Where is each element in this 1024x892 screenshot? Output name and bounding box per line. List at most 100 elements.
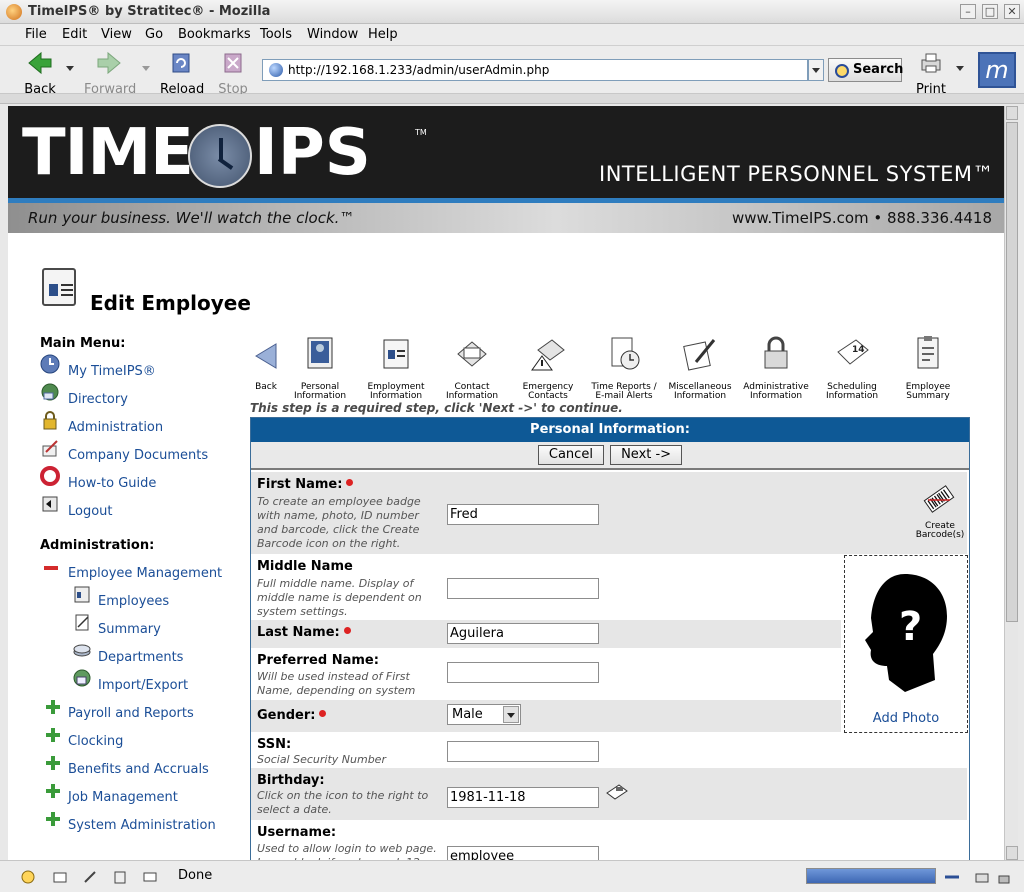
menu-administration[interactable]: Administration bbox=[68, 420, 163, 435]
url-text[interactable]: http://192.168.1.233/admin/userAdmin.php bbox=[288, 63, 549, 77]
reload-icon bbox=[172, 53, 190, 73]
menubar: File Edit View Go Bookmarks Tools Window… bbox=[0, 24, 1024, 46]
menu-system-administration[interactable]: System Administration bbox=[68, 818, 216, 833]
maximize-button[interactable]: □ bbox=[982, 4, 998, 19]
menu-logout[interactable]: Logout bbox=[68, 504, 113, 519]
irc-chat-icon[interactable] bbox=[142, 869, 158, 885]
menu-go[interactable]: Go bbox=[145, 27, 163, 42]
mail-icon[interactable] bbox=[52, 869, 68, 885]
username-row: Username: Used to allow login to web pag… bbox=[251, 820, 841, 860]
calendar-picker-icon[interactable] bbox=[605, 781, 629, 801]
close-button[interactable]: ✕ bbox=[1004, 4, 1020, 19]
minimize-button[interactable]: – bbox=[960, 4, 976, 19]
stop-button[interactable]: Stop bbox=[216, 50, 250, 97]
create-barcode-icon[interactable] bbox=[922, 484, 956, 514]
required-indicator-icon bbox=[319, 710, 327, 717]
last-name-input[interactable] bbox=[447, 623, 599, 644]
forward-history-dropdown[interactable] bbox=[142, 66, 150, 71]
back-button[interactable]: Back bbox=[22, 50, 58, 97]
step-miscellaneous-information[interactable]: Miscellaneous Information bbox=[658, 334, 742, 401]
step-scheduling-information[interactable]: 14 Scheduling Information bbox=[810, 334, 894, 401]
menu-company-documents[interactable]: Company Documents bbox=[68, 448, 208, 463]
mozilla-throbber-icon[interactable]: m bbox=[978, 52, 1016, 88]
step-personal-information[interactable]: Personal Information bbox=[278, 334, 362, 401]
add-photo-link[interactable]: Add Photo bbox=[845, 711, 967, 726]
middle-name-hint: Full middle name. Display of middle name… bbox=[257, 577, 422, 618]
reload-button[interactable]: Reload bbox=[160, 50, 204, 97]
print-button[interactable]: Print bbox=[914, 50, 948, 97]
forward-button[interactable]: Forward bbox=[84, 50, 136, 97]
address-book-icon[interactable] bbox=[112, 869, 128, 885]
first-name-label: First Name: bbox=[257, 477, 343, 492]
first-name-input[interactable] bbox=[447, 504, 599, 525]
required-indicator-icon bbox=[343, 627, 351, 634]
navigator-icon[interactable] bbox=[20, 869, 36, 885]
step-contact-information[interactable]: Contact Information bbox=[430, 334, 514, 401]
birthday-row: Birthday: Click on the icon to the right… bbox=[251, 768, 967, 820]
expand-plus-icon[interactable] bbox=[46, 784, 60, 798]
step-emergency-contacts[interactable]: Emergency Contacts bbox=[506, 334, 590, 401]
back-history-dropdown[interactable] bbox=[66, 66, 74, 71]
menu-directory[interactable]: Directory bbox=[68, 392, 128, 407]
middle-name-input[interactable] bbox=[447, 578, 599, 599]
menu-summary[interactable]: Summary bbox=[98, 622, 161, 637]
collapse-minus-icon[interactable] bbox=[44, 566, 58, 570]
gender-label: Gender: bbox=[257, 708, 316, 723]
gender-select[interactable]: Male bbox=[447, 704, 521, 725]
create-barcode-label[interactable]: Create Barcode(s) bbox=[910, 522, 970, 540]
menu-employee-management[interactable]: Employee Management bbox=[68, 566, 222, 581]
birthday-input[interactable] bbox=[447, 787, 599, 808]
menu-departments[interactable]: Departments bbox=[98, 650, 183, 665]
username-input[interactable] bbox=[447, 846, 599, 860]
ssn-input[interactable] bbox=[447, 741, 599, 762]
toolbar-grippy[interactable] bbox=[0, 94, 1024, 104]
scroll-down-arrow[interactable] bbox=[1006, 846, 1018, 860]
online-status-icon[interactable] bbox=[944, 869, 960, 885]
menu-tools[interactable]: Tools bbox=[260, 27, 292, 42]
security-lock-icon[interactable] bbox=[996, 869, 1012, 885]
import-export-icon bbox=[73, 669, 91, 687]
middle-name-label: Middle Name bbox=[257, 559, 353, 574]
page-vertical-scrollbar[interactable] bbox=[1004, 106, 1018, 860]
expand-plus-icon[interactable] bbox=[46, 728, 60, 742]
menu-clocking[interactable]: Clocking bbox=[68, 734, 123, 749]
privacy-icon[interactable] bbox=[974, 869, 990, 885]
menu-howto-guide[interactable]: How-to Guide bbox=[68, 476, 156, 491]
cancel-button[interactable]: Cancel bbox=[537, 445, 604, 465]
menu-bookmarks[interactable]: Bookmarks bbox=[178, 27, 251, 42]
scroll-thumb[interactable] bbox=[1006, 122, 1018, 622]
composer-icon[interactable] bbox=[82, 869, 98, 885]
expand-plus-icon[interactable] bbox=[46, 700, 60, 714]
menu-help[interactable]: Help bbox=[368, 27, 398, 42]
menu-benefits-accruals[interactable]: Benefits and Accruals bbox=[68, 762, 209, 777]
username-hint: Used to allow login to web page. Leave b… bbox=[257, 842, 437, 860]
employee-photo-box[interactable]: ? Add Photo bbox=[844, 555, 968, 733]
menu-employees[interactable]: Employees bbox=[98, 594, 169, 609]
stop-icon bbox=[224, 53, 242, 73]
menu-window[interactable]: Window bbox=[307, 27, 358, 42]
print-dropdown[interactable] bbox=[956, 66, 964, 71]
url-bar[interactable]: http://192.168.1.233/admin/userAdmin.php bbox=[262, 59, 808, 81]
time-report-clock-icon bbox=[611, 337, 640, 370]
scroll-up-arrow[interactable] bbox=[1006, 106, 1018, 120]
menu-my-timeips[interactable]: My TimeIPS® bbox=[68, 364, 156, 379]
step-employee-summary[interactable]: Employee Summary bbox=[886, 334, 970, 401]
expand-plus-icon[interactable] bbox=[46, 812, 60, 826]
menu-import-export[interactable]: Import/Export bbox=[98, 678, 188, 693]
birthday-hint: Click on the icon to the right to select… bbox=[257, 789, 429, 816]
step-time-reports-alerts[interactable]: Time Reports / E-mail Alerts bbox=[582, 334, 666, 401]
menu-file[interactable]: File bbox=[25, 27, 47, 42]
url-history-dropdown[interactable] bbox=[808, 59, 824, 81]
next-button[interactable]: Next -> bbox=[610, 445, 683, 465]
menu-edit[interactable]: Edit bbox=[62, 27, 87, 42]
search-button[interactable]: Search bbox=[828, 58, 903, 82]
menu-payroll-reports[interactable]: Payroll and Reports bbox=[68, 706, 194, 721]
menu-job-management[interactable]: Job Management bbox=[68, 790, 178, 805]
expand-plus-icon[interactable] bbox=[46, 756, 60, 770]
menu-view[interactable]: View bbox=[101, 27, 132, 42]
preferred-name-input[interactable] bbox=[447, 662, 599, 683]
step-administrative-information[interactable]: Administrative Information bbox=[734, 334, 818, 401]
ssn-hint: Social Security Number bbox=[257, 753, 386, 766]
logo-clock-icon bbox=[188, 124, 252, 188]
step-employment-information[interactable]: Employment Information bbox=[354, 334, 438, 401]
